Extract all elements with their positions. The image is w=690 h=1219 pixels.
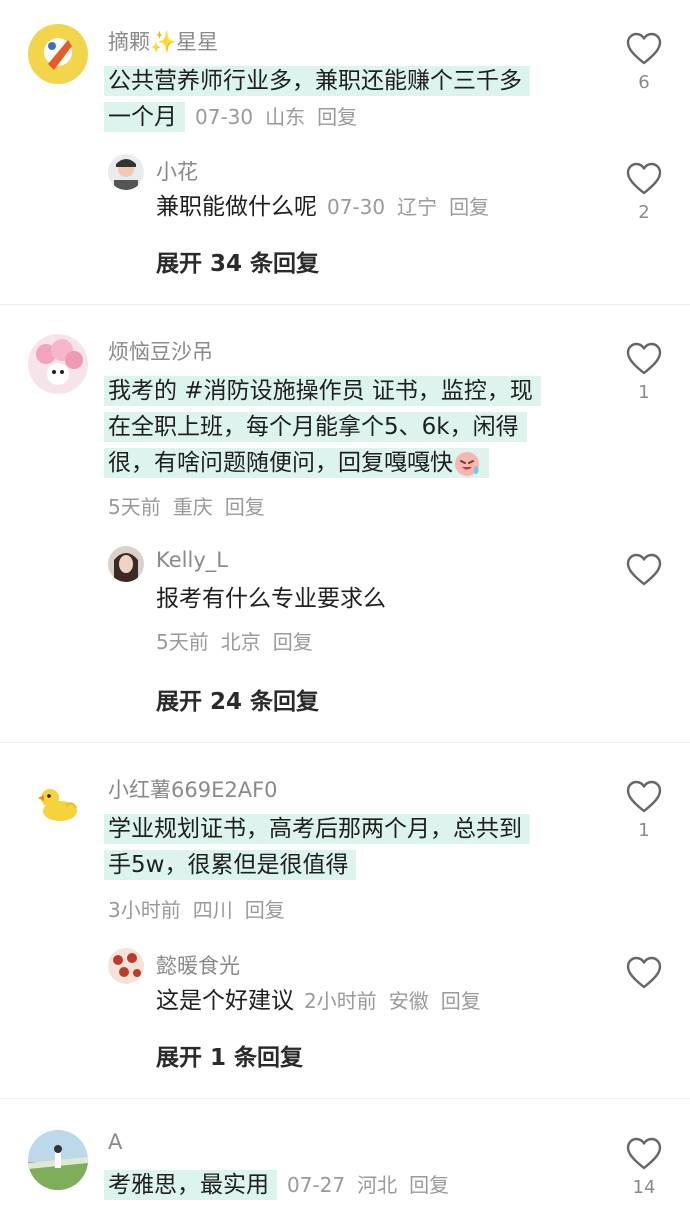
divider	[0, 1098, 690, 1099]
divider	[0, 304, 690, 305]
comment-text-line: 很，有啥问题随便问，回复嘎嘎快	[104, 446, 489, 480]
reply-button[interactable]: 回复	[225, 495, 265, 519]
reply-button[interactable]: 回复	[317, 105, 357, 129]
comment-username[interactable]: 烦恼豆沙吊	[108, 336, 213, 366]
expand-replies-button[interactable]: 展开 1 条回复	[156, 1038, 303, 1072]
laughing-emoji-icon	[455, 451, 479, 476]
comment-text-line: 在全职上班，每个月能拿个5、6k，闲得	[104, 410, 527, 444]
divider	[0, 742, 690, 743]
comment-text-line: 学业规划证书，高考后那两个月，总共到	[104, 812, 530, 846]
reply-username[interactable]: 懿暖食光	[156, 950, 240, 980]
like-count: 6	[638, 72, 650, 93]
comment-meta: 3小时前 四川 回复	[108, 898, 285, 922]
heart-icon[interactable]	[626, 1137, 662, 1171]
like-count: 2	[638, 202, 650, 223]
reply-text: 报考有什么专业要求么	[156, 586, 386, 612]
reply-text: 这是个好建议 2小时前 安徽 回复	[156, 988, 481, 1014]
expand-replies-button[interactable]: 展开 24 条回复	[156, 682, 319, 716]
avatar[interactable]	[28, 1130, 88, 1190]
reply-username[interactable]: Kelly_L	[156, 548, 228, 572]
comment-text-line: 考雅思，最实用 07-27 河北 回复	[104, 1168, 450, 1202]
avatar[interactable]	[108, 154, 144, 190]
heart-icon[interactable]	[626, 780, 662, 814]
avatar[interactable]	[36, 784, 80, 824]
comment-text-line: 一个月 07-30 山东 回复	[104, 100, 358, 134]
comment-meta: 07-30 山东 回复	[195, 105, 358, 129]
like-count: 1	[638, 382, 650, 403]
reply-meta: 07-30 辽宁 回复	[327, 195, 490, 219]
reply-button[interactable]: 回复	[409, 1173, 449, 1197]
heart-icon[interactable]	[626, 553, 662, 587]
heart-icon[interactable]	[626, 32, 662, 66]
comment-text-line: 我考的 #消防设施操作员 证书，监控，现	[104, 374, 541, 408]
reply-username[interactable]: 小花	[156, 156, 198, 186]
like-count: 1	[638, 820, 650, 841]
reply-button[interactable]: 回复	[273, 630, 313, 654]
heart-icon[interactable]	[626, 342, 662, 376]
reply-meta: 5天前 北京 回复	[156, 630, 313, 654]
reply-meta: 2小时前 安徽 回复	[304, 989, 481, 1013]
comment-username[interactable]: 摘颗✨星星	[108, 26, 218, 56]
comment-text-line: 公共营养师行业多，兼职还能赚个三千多	[104, 64, 530, 98]
comment-username[interactable]: 小红薯669E2AF0	[108, 774, 278, 804]
like-count: 14	[632, 1177, 656, 1198]
avatar[interactable]	[28, 334, 88, 394]
reply-text: 兼职能做什么呢 07-30 辽宁 回复	[156, 194, 490, 220]
avatar[interactable]	[108, 546, 144, 582]
comment-text-line: 手5w，很累但是很值得	[104, 848, 357, 882]
expand-replies-button[interactable]: 展开 34 条回复	[156, 244, 319, 278]
avatar[interactable]	[28, 24, 88, 84]
avatar[interactable]	[108, 948, 144, 984]
reply-button[interactable]: 回复	[449, 195, 489, 219]
heart-icon[interactable]	[626, 956, 662, 990]
comment-meta: 07-27 河北 回复	[287, 1173, 450, 1197]
reply-button[interactable]: 回复	[245, 898, 285, 922]
comment-meta: 5天前 重庆 回复	[108, 495, 265, 519]
comment-username[interactable]: A	[108, 1130, 122, 1154]
heart-icon[interactable]	[626, 162, 662, 196]
reply-button[interactable]: 回复	[441, 989, 481, 1013]
